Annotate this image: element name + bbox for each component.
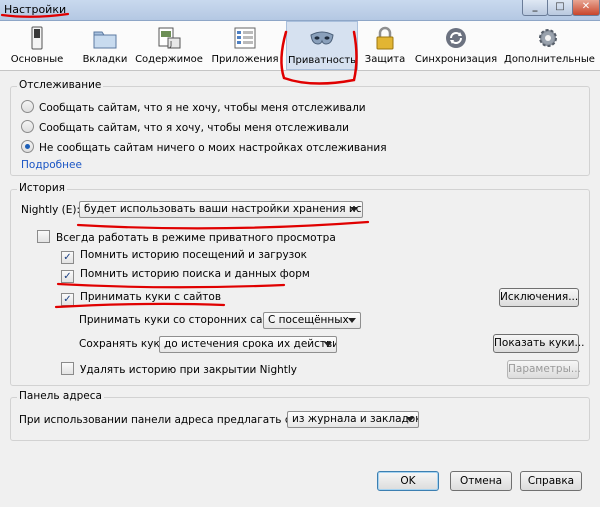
- show-cookies-button[interactable]: Показать куки...: [493, 334, 585, 353]
- tab-privacy[interactable]: Приватность: [286, 21, 358, 70]
- content-page-icon: J: [158, 27, 181, 49]
- select-value: С посещённых: [268, 314, 349, 326]
- cookie-exceptions-button[interactable]: Исключения...: [499, 288, 579, 307]
- tab-tabs[interactable]: Вкладки: [78, 21, 132, 70]
- private-mode-checkbox[interactable]: Всегда работать в режиме приватного прос…: [37, 230, 336, 244]
- clear-settings-button[interactable]: Параметры...: [507, 360, 581, 379]
- tab-label: Основные: [10, 54, 64, 65]
- option-label: Не сообщать сайтам ничего о моих настрой…: [39, 142, 387, 154]
- tab-advanced[interactable]: Дополнительные: [504, 21, 595, 70]
- checkbox-checked[interactable]: ✓: [61, 270, 74, 283]
- svg-text:J: J: [169, 40, 172, 48]
- tab-general[interactable]: Основные: [8, 21, 66, 70]
- option-label: Сообщать сайтам, что я хочу, чтобы меня …: [39, 122, 349, 134]
- title-bar: Настройки _ □ ✕: [0, 0, 600, 21]
- chevron-down-icon: [406, 417, 414, 422]
- tab-content[interactable]: J Содержимое: [134, 21, 204, 70]
- third-party-cookies-select[interactable]: С посещённых: [263, 312, 361, 329]
- clear-on-close-checkbox[interactable]: Удалять историю при закрытии Nightly: [61, 362, 297, 376]
- tab-label: Приватность: [287, 55, 357, 66]
- close-button[interactable]: ✕: [572, 0, 600, 16]
- radio-button[interactable]: [21, 100, 34, 113]
- sync-arrows-icon: [446, 28, 466, 48]
- history-legend: История: [17, 182, 67, 194]
- checkbox-checked[interactable]: ✓: [61, 251, 74, 264]
- privacy-panel: Отслеживание Сообщать сайтам, что я не х…: [0, 71, 600, 507]
- history-group: История Nightly (E): будет использовать …: [10, 182, 590, 386]
- option-label: Сообщать сайтам, что я не хочу, чтобы ме…: [39, 102, 366, 114]
- tracking-option-dont-track[interactable]: Сообщать сайтам, что я не хочу, чтобы ме…: [21, 100, 366, 114]
- checkbox-label: Всегда работать в режиме приватного прос…: [56, 232, 336, 244]
- tracking-option-track[interactable]: Сообщать сайтам, что я хочу, чтобы меня …: [21, 120, 349, 134]
- keep-cookies-label: Сохранять куки:: [79, 338, 171, 350]
- chevron-down-icon: [348, 318, 356, 323]
- tab-label: Защита: [364, 54, 406, 65]
- general-switch-icon: [31, 26, 43, 50]
- tabs-folder-icon: [93, 31, 117, 49]
- close-icon: ✕: [581, 1, 591, 12]
- tab-security[interactable]: Защита: [362, 21, 408, 70]
- tab-label: Содержимое: [135, 54, 203, 65]
- tab-label: Вкладки: [82, 54, 128, 65]
- suggest-select[interactable]: из журнала и закладок: [287, 411, 419, 428]
- suggest-label: При использовании панели адреса предлага…: [19, 414, 329, 426]
- chevron-down-icon: [324, 342, 332, 347]
- tab-label: Дополнительные: [504, 54, 595, 65]
- preferences-toolbar: Основные Вкладки J Содержимое Приложения: [0, 21, 600, 71]
- checkbox[interactable]: [61, 362, 74, 375]
- tab-applications[interactable]: Приложения: [210, 21, 280, 70]
- checkbox[interactable]: [37, 230, 50, 243]
- maximize-button[interactable]: □: [547, 0, 573, 16]
- chevron-down-icon: [350, 207, 358, 212]
- checkbox-checked[interactable]: ✓: [61, 293, 74, 306]
- accept-cookies-checkbox[interactable]: ✓ Принимать куки с сайтов: [61, 291, 221, 306]
- tracking-legend: Отслеживание: [17, 79, 104, 91]
- remember-visits-checkbox[interactable]: ✓ Помнить историю посещений и загрузок: [61, 249, 307, 264]
- tab-label: Приложения: [211, 54, 279, 65]
- security-lock-icon: [376, 26, 394, 50]
- applications-list-icon: [234, 27, 256, 49]
- radio-button[interactable]: [21, 120, 34, 133]
- maximize-icon: □: [555, 1, 565, 12]
- select-value: будет использовать ваши настройки хранен…: [84, 203, 362, 215]
- checkbox-label: Удалять историю при закрытии Nightly: [80, 364, 298, 376]
- window-title: Настройки: [4, 3, 67, 16]
- history-mode-select[interactable]: будет использовать ваши настройки хранен…: [79, 201, 363, 218]
- checkbox-label: Помнить историю поиска и данных форм: [80, 268, 310, 280]
- keep-cookies-select[interactable]: до истечения срока их действия: [159, 336, 337, 353]
- remember-forms-checkbox[interactable]: ✓ Помнить историю поиска и данных форм: [61, 268, 310, 283]
- tracking-group: Отслеживание Сообщать сайтам, что я не х…: [10, 79, 590, 176]
- checkbox-label: Принимать куки с сайтов: [80, 291, 222, 303]
- cancel-button[interactable]: Отмена: [450, 471, 512, 491]
- checkbox-label: Помнить историю посещений и загрузок: [80, 249, 308, 261]
- minimize-button[interactable]: _: [522, 0, 548, 16]
- ok-button[interactable]: OK: [377, 471, 439, 491]
- select-value: до истечения срока их действия: [164, 338, 337, 350]
- learn-more-link[interactable]: Подробнее: [21, 159, 82, 171]
- privacy-mask-icon: [310, 31, 334, 45]
- address-bar-legend: Панель адреса: [17, 390, 104, 402]
- radio-button-selected[interactable]: [21, 140, 34, 153]
- advanced-gear-icon: [539, 29, 557, 47]
- tab-label: Синхронизация: [414, 54, 498, 65]
- tab-sync[interactable]: Синхронизация: [412, 21, 500, 70]
- help-button[interactable]: Справка: [520, 471, 582, 491]
- address-bar-group: Панель адреса При использовании панели а…: [10, 390, 590, 441]
- third-party-cookies-label: Принимать куки со сторонних сайтов:: [79, 314, 292, 326]
- minimize-icon: _: [532, 1, 538, 12]
- select-value: из журнала и закладок: [292, 413, 419, 425]
- tracking-option-no-preference[interactable]: Не сообщать сайтам ничего о моих настрой…: [21, 140, 387, 154]
- history-mode-label: Nightly (E):: [21, 204, 81, 216]
